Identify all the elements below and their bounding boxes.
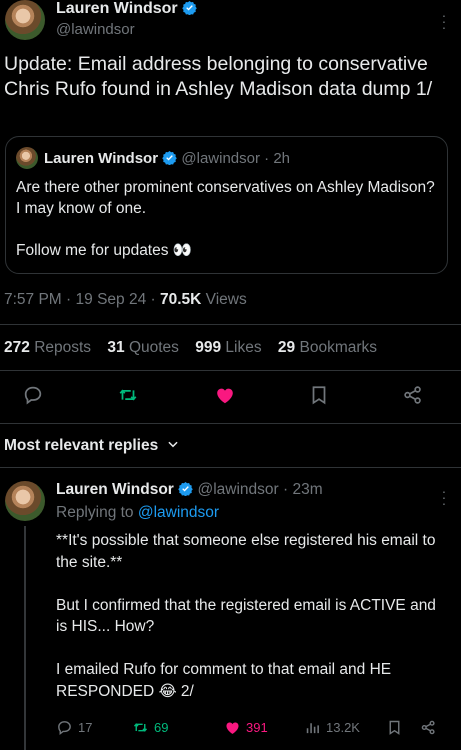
chevron-down-icon [167, 441, 178, 448]
author-name-row[interactable]: Lauren Windsor [56, 0, 197, 18]
reply-text: **It's possible that someone else regist… [56, 532, 436, 700]
reply-age[interactable]: 23m [292, 481, 322, 498]
quote-text: Are there other prominent conservatives … [16, 179, 435, 259]
bookmark-icon [389, 720, 400, 735]
reply-like-button[interactable]: 391 [224, 717, 268, 737]
divider [0, 370, 461, 371]
repost-button[interactable] [115, 382, 141, 408]
reply-author-name[interactable]: Lauren Windsor [56, 481, 174, 498]
share-button[interactable] [400, 382, 426, 408]
reply-icon [58, 720, 71, 735]
replying-to-line: Replying to @lawindsor [56, 504, 219, 522]
tweet-time[interactable]: 7:57 PM [4, 291, 62, 308]
verified-badge-icon [178, 481, 193, 496]
tweet-date[interactable]: 19 Sep 24 [76, 291, 147, 308]
reply-likes-count: 391 [246, 719, 268, 735]
reposts-count[interactable]: 272 [4, 339, 30, 356]
author-avatar[interactable] [5, 0, 45, 40]
bookmarks-count[interactable]: 29 [278, 339, 295, 356]
share-icon [421, 720, 435, 734]
bookmark-icon [312, 386, 326, 405]
quoted-tweet[interactable]: Lauren Windsor @lawindsor · 2h Are there… [5, 136, 448, 274]
quotes-count[interactable]: 31 [107, 339, 124, 356]
quote-author-handle: @lawindsor [181, 150, 260, 167]
reply-author-handle[interactable]: @lawindsor [197, 481, 278, 498]
tweet-action-bar [0, 382, 461, 412]
reply-reply-button[interactable]: 17 [56, 717, 92, 737]
reposts-label[interactable]: Reposts [34, 339, 91, 356]
likes-label[interactable]: Likes [225, 339, 261, 356]
reply-icon [24, 386, 42, 405]
quote-author-name: Lauren Windsor [44, 150, 159, 167]
bookmarks-label[interactable]: Bookmarks [299, 339, 377, 356]
reply-more-options-icon[interactable]: · · · [441, 484, 447, 510]
quotes-label[interactable]: Quotes [129, 339, 179, 356]
replying-to-link[interactable]: @lawindsor [138, 504, 219, 521]
analytics-icon [306, 722, 319, 733]
heart-icon [226, 722, 239, 734]
reply-author-avatar[interactable] [5, 481, 45, 521]
reply-views-count: 13.2K [326, 719, 360, 735]
divider [0, 467, 461, 468]
reply-button[interactable] [20, 382, 46, 408]
like-button[interactable] [212, 382, 238, 408]
tweet-meta: 7:57 PM · 19 Sep 24 · 70.5K Views [4, 291, 247, 308]
reply-repost-button[interactable]: 69 [132, 717, 168, 737]
replies-sort-label: Most relevant replies [4, 437, 159, 454]
tweet-views-count: 70.5K [159, 291, 202, 308]
quote-header: Lauren Windsor @lawindsor · 2h [44, 150, 291, 167]
reply-views-button[interactable]: 13.2K [304, 717, 360, 737]
replying-prefix: Replying to [56, 504, 134, 521]
author-name[interactable]: Lauren Windsor [56, 0, 178, 17]
repost-icon [119, 389, 137, 401]
quote-author-avatar [16, 147, 38, 169]
engagement-stats: 272 Reposts 31 Quotes 999 Likes 29 Bookm… [4, 339, 389, 357]
tweet-views-label: Views [205, 291, 247, 308]
reply-replies-count: 17 [78, 719, 93, 735]
replies-sort-dropdown[interactable]: Most relevant replies [4, 437, 180, 455]
reply-header: Lauren Windsor @lawindsor · 23m [56, 481, 323, 498]
bookmark-button[interactable] [306, 382, 332, 408]
share-icon [404, 386, 421, 404]
reply-reposts-count: 69 [154, 719, 169, 735]
repost-icon [133, 722, 148, 732]
tweet-text: Update: Email address belonging to conse… [4, 53, 433, 100]
author-handle[interactable]: @lawindsor [56, 21, 135, 38]
likes-count[interactable]: 999 [195, 339, 221, 356]
quote-age: 2h [273, 150, 291, 167]
more-options-icon[interactable]: · · · [441, 8, 447, 34]
reply-action-bar: 17 69 391 13.2K [56, 717, 456, 739]
thread-line [24, 526, 26, 750]
reply-share-button[interactable] [420, 717, 437, 737]
divider [0, 324, 461, 325]
reply-bookmark-button[interactable] [386, 717, 403, 737]
verified-badge-icon [182, 0, 197, 15]
heart-icon [217, 388, 233, 404]
divider [0, 423, 461, 424]
verified-badge-icon [162, 150, 177, 165]
